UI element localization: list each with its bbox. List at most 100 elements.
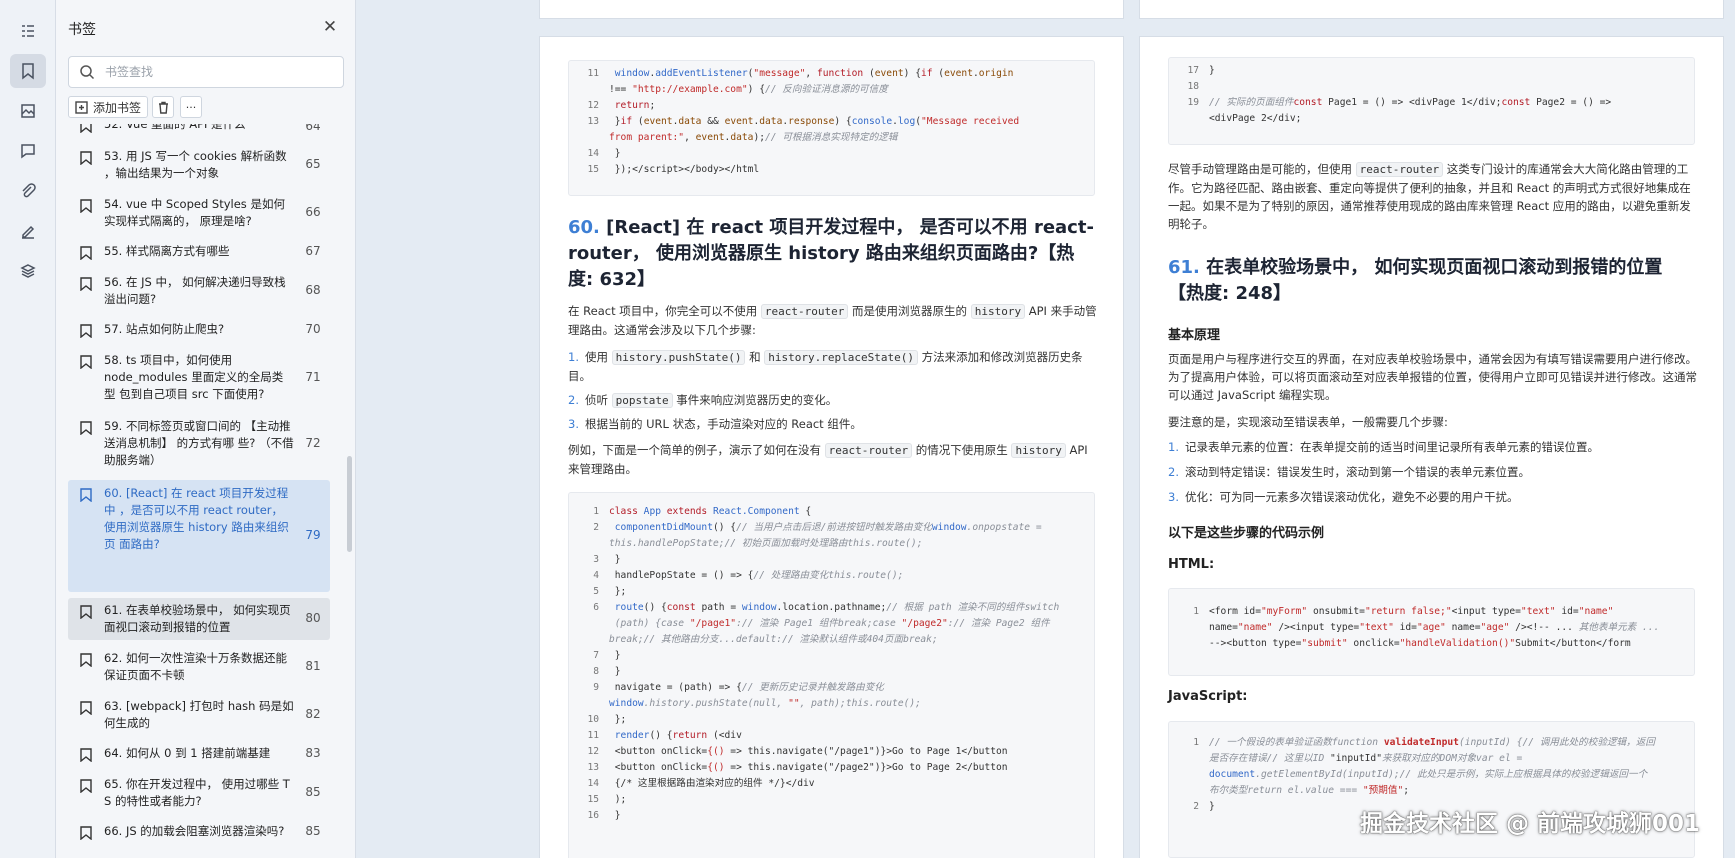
code-line: 1 class App extends React.Component { — [569, 505, 811, 519]
list-item: 3. 根据当前的 URL 状态，手动渲染对应的 React 组件。 — [568, 417, 862, 431]
bookmark-icon — [80, 245, 92, 261]
bookmark-label: 61. 在表单校验场景中， 如何实现页 面视口滚动到报错的位置 — [104, 603, 291, 634]
bookmark-item[interactable]: 66. JS 的加载会阻塞浏览器渲染吗? 85 — [68, 820, 330, 844]
bookmark-label: 56. 在 JS 中， 如何解决递归导致栈溢出问题? — [104, 275, 286, 306]
outline-icon[interactable] — [10, 14, 46, 48]
code-text: } — [609, 554, 621, 565]
line-number: 11 — [587, 730, 599, 741]
line-number: 19 — [1187, 97, 1199, 108]
code-block: 17} 18 19 // 实际的页面组件const Page1 = () => <di… — [1168, 57, 1695, 145]
code-text: return; — [614, 100, 656, 111]
bookmark-item[interactable]: 52. Vue 重面的 API 是什么 64 — [68, 124, 330, 138]
bookmark-item[interactable]: 62. 如何一次性渲染十万条数据还能 保证页面不卡顿 81 — [68, 646, 330, 688]
bookmark-page-number: 66 — [305, 205, 321, 219]
code-text: route() {const path = window.location.pa… — [614, 602, 1060, 613]
bookmark-scrollbar[interactable] — [347, 456, 352, 552]
code-line: 11 render() {return (<div — [569, 729, 741, 743]
bookmark-item[interactable]: 60. [React] 在 react 项目开发过程中 ，是否可以不用 reac… — [68, 480, 330, 592]
code-line: 14 } — [569, 147, 620, 161]
code-text: }; — [609, 586, 627, 597]
add-bookmark-button[interactable]: 添加书签 — [68, 96, 148, 118]
section-number: 61. — [1168, 257, 1200, 278]
line-number: 5 — [593, 586, 599, 597]
bookmark-icon — [80, 700, 92, 716]
code-line: 12 <button onClick={() => this.navigate(… — [569, 745, 1007, 759]
bookmark-item[interactable]: 58. ts 项目中，如何使用 node_modules 里面定义的全局类型 包… — [68, 348, 330, 408]
list-item: 2. 侦听 popstate 事件来响应浏览器历史的变化。 — [568, 393, 838, 408]
bookmark-label: 66. JS 的加载会阻塞浏览器渲染吗? — [104, 824, 285, 838]
code-line: 2 componentDidMount() {// 当用户点击后退/前进按钮时触… — [569, 521, 1042, 535]
close-icon[interactable]: ✕ — [320, 17, 340, 37]
layers-icon[interactable] — [10, 254, 46, 288]
steps-intro-paragraph: 要注意的是，实现滚动至错误表单，一般需要几个步骤: — [1168, 415, 1448, 429]
bookmark-icon — [80, 652, 92, 668]
code-text: break;// 其他路由分支...default:// 渲染默认组件或404页… — [609, 634, 938, 645]
bookmark-icon — [80, 198, 92, 214]
bookmark-page-number: 80 — [305, 611, 321, 625]
bookmark-item[interactable]: 59. 不同标签页或窗口间的 【主动推送消息机制】 的方式有哪 些? （不借助服… — [68, 414, 330, 474]
comment-icon[interactable] — [10, 134, 46, 168]
bookmark-item[interactable]: 61. 在表单校验场景中， 如何实现页 面视口滚动到报错的位置 80 — [68, 598, 330, 640]
code-line: 是否存在错误// 这里以ID "inputId"来获取对应的DOM对象var e… — [1169, 752, 1522, 766]
signature-icon[interactable] — [10, 214, 46, 248]
line-number: 2 — [1193, 801, 1199, 812]
search-input[interactable] — [105, 62, 335, 82]
bookmark-icon — [80, 487, 92, 503]
code-line: 2} — [1169, 800, 1215, 814]
attachment-icon[interactable] — [10, 174, 46, 208]
line-number: 3 — [593, 554, 599, 565]
section-title: [React] 在 react 项目开发过程中， 是否可以不用 react-ro… — [568, 217, 1094, 290]
section-heading-60: 60. [React] 在 react 项目开发过程中， 是否可以不用 reac… — [568, 215, 1098, 293]
html-code-block: 1 <form id="myForm" onsubmit="return fals… — [1168, 588, 1695, 676]
bookmark-label: 64. 如何从 0 到 1 搭建前端基建 — [104, 746, 271, 760]
trash-icon — [158, 101, 168, 114]
bookmark-item[interactable]: 53. 用 JS 写一个 cookies 解析函数 ，输出结果为一个对象 65 — [68, 144, 330, 186]
bookmark-label: 60. [React] 在 react 项目开发过程中 ，是否可以不用 reac… — [104, 486, 289, 551]
more-button[interactable]: ··· — [180, 96, 202, 118]
bookmark-page-number: 71 — [305, 370, 321, 384]
bookmark-icon — [80, 124, 92, 134]
code-text: componentDidMount() {// 当用户点击后退/前进按钮时触发路… — [614, 522, 1042, 533]
code-line: 7 } — [569, 649, 620, 663]
bookmark-icon — [80, 778, 92, 794]
code-line: 15 });</script></body></html — [569, 163, 759, 177]
line-number: 15 — [587, 164, 599, 175]
code-text: }if (event.data && event.data.response) … — [609, 116, 1020, 127]
section-number: 60. — [568, 217, 600, 238]
thumbnail-icon[interactable] — [10, 94, 46, 128]
bookmark-item[interactable]: 65. 你在开发过程中， 使用过哪些 T S 的特性或者能力? 85 — [68, 772, 330, 814]
bookmark-icon[interactable] — [10, 54, 46, 88]
bookmark-item[interactable]: 64. 如何从 0 到 1 搭建前端基建 83 — [68, 742, 330, 766]
code-line: document.getElementById(inputId);// 此处只是… — [1169, 768, 1647, 782]
bookmark-page-number: 79 — [305, 528, 321, 542]
bookmark-list: 52. Vue 重面的 API 是什么 64 53. 用 JS 写一个 cookie… — [56, 124, 355, 858]
code-line: (path) {case "/page1":// 渲染 Page1 组件brea… — [569, 617, 1050, 631]
bookmark-search[interactable] — [68, 56, 344, 88]
delete-bookmark-button[interactable] — [152, 96, 174, 118]
line-number: 1 — [593, 506, 599, 517]
panel-title: 书签 — [68, 22, 96, 38]
code-example-heading: 以下是这些步骤的代码示例 — [1168, 526, 1325, 541]
list-item: 2. 滚动到特定错误：错误发生时，滚动到第一个错误的表单元素位置。 — [1168, 465, 1530, 479]
bookmark-item[interactable]: 54. vue 中 Scoped Styles 是如何实现样式隔离的， 原理是啥… — [68, 192, 330, 234]
line-number: 11 — [587, 68, 599, 79]
bookmark-item[interactable]: 57. 站点如何防止爬虫? 70 — [68, 318, 330, 342]
bookmark-icon — [80, 825, 92, 841]
code-text: this.handlePopState;// 初始页面加载时处理路由this.r… — [609, 538, 923, 549]
code-line: !== "http://example.com") {// 反向验证消息源的可信… — [569, 83, 888, 97]
bookmark-icon — [80, 354, 92, 370]
line-number: 9 — [593, 682, 599, 693]
line-number: 12 — [587, 100, 599, 111]
bookmark-item[interactable]: 55. 样式隔离方式有哪些 67 — [68, 240, 330, 264]
add-bookmark-icon — [75, 100, 88, 114]
bookmark-label: 59. 不同标签页或窗口间的 【主动推送消息机制】 的方式有哪 些? （不借助服… — [104, 419, 294, 467]
code-line: 5 }; — [569, 585, 626, 599]
bookmark-icon — [80, 420, 92, 436]
bookmark-item[interactable]: 63. [webpack] 打包时 hash 码是如 何生成的 82 — [68, 694, 330, 736]
code-text: {/* 这里根据路由渲染对应的组件 */}</div — [609, 778, 815, 789]
bookmark-item[interactable]: 56. 在 JS 中， 如何解决递归导致栈溢出问题? 68 — [68, 270, 330, 312]
code-line: 11 window.addEventListener("message", fu… — [569, 67, 1013, 81]
code-line: 19 // 实际的页面组件const Page1 = () => <divPage… — [1169, 96, 1611, 110]
code-line: 9 navigate = (path) => {// 更新历史记录并触发路由变化 — [569, 681, 884, 695]
line-number: 16 — [587, 810, 599, 821]
